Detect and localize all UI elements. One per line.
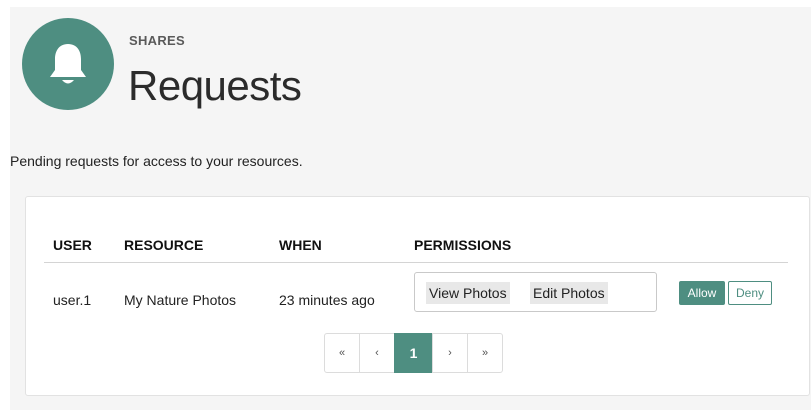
pagination: « ‹ 1 › »	[324, 333, 503, 373]
page-description: Pending requests for access to your reso…	[10, 153, 303, 169]
requests-card: USER RESOURCE WHEN PERMISSIONS user.1 My…	[25, 196, 810, 396]
permissions-field[interactable]: View Photos Edit Photos	[414, 272, 657, 312]
deny-button[interactable]: Deny	[728, 281, 772, 305]
table-header-divider	[44, 262, 788, 263]
section-label: SHARES	[129, 33, 185, 48]
column-header-user: USER	[53, 237, 92, 253]
column-header-resource: RESOURCE	[124, 237, 204, 253]
permission-tag-view-photos[interactable]: View Photos	[426, 282, 510, 304]
next-page-button[interactable]: ›	[432, 333, 468, 373]
cell-when: 23 minutes ago	[279, 292, 375, 308]
previous-page-button[interactable]: ‹	[359, 333, 395, 373]
page: SHARES Requests Pending requests for acc…	[10, 7, 811, 410]
page-1-button[interactable]: 1	[394, 333, 433, 373]
first-page-button[interactable]: «	[324, 333, 360, 373]
page-title: Requests	[128, 62, 302, 109]
cell-user: user.1	[53, 292, 92, 308]
column-header-when: WHEN	[279, 237, 322, 253]
bell-icon	[22, 18, 114, 110]
column-header-permissions: PERMISSIONS	[414, 237, 512, 253]
last-page-button[interactable]: »	[467, 333, 503, 373]
allow-button[interactable]: Allow	[679, 281, 725, 305]
permission-tag-edit-photos[interactable]: Edit Photos	[530, 282, 608, 304]
cell-resource: My Nature Photos	[124, 292, 237, 308]
